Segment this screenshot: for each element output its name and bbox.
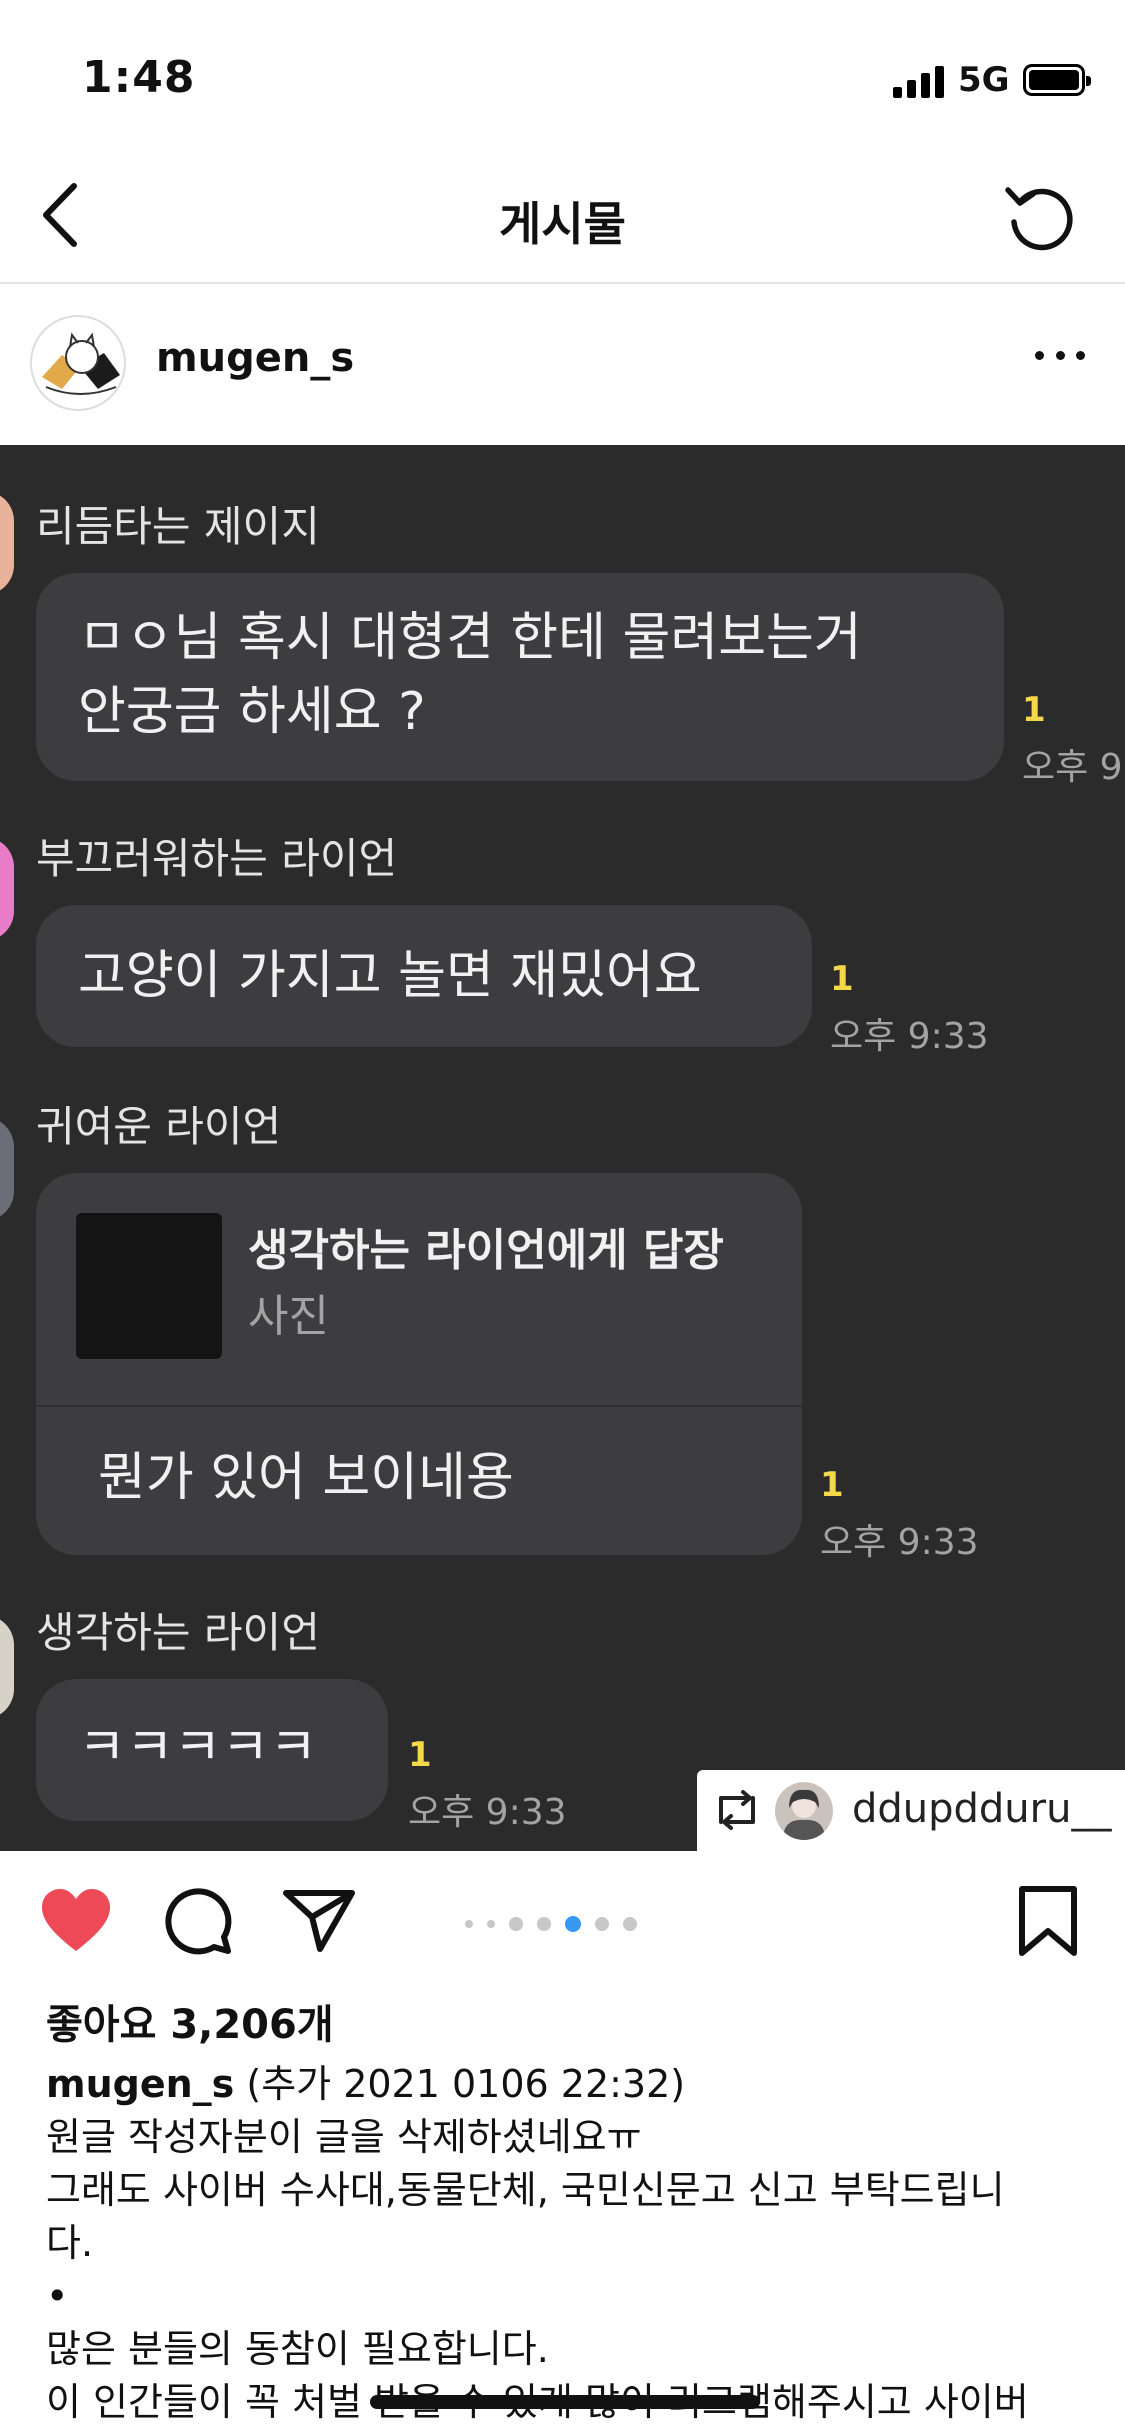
reply-photo-thumbnail <box>76 1213 222 1359</box>
message-text: 뭔가 있어 보이네용 <box>98 1448 514 1508</box>
sender-name: 부끄러워하는 라이언 <box>36 834 398 883</box>
sender-avatar <box>0 491 14 595</box>
message-time: 오후 9 <box>1022 747 1123 788</box>
heart-icon <box>42 1889 110 1951</box>
sender-avatar <box>0 837 14 941</box>
repost-icon <box>719 1790 755 1830</box>
message-bubble: 고양이 가지고 놀면 재밌어요 <box>36 905 812 1047</box>
carousel-dot-active <box>565 1916 581 1932</box>
unread-count: 1 <box>820 1465 844 1505</box>
save-button[interactable] <box>1008 1881 1088 1961</box>
caption-line: 많은 분들의 동참이 필요합니다. <box>46 2327 549 2371</box>
post-image[interactable]: 리듬타는 제이지 ㅁㅇ님 혹시 대형견 한테 물려보는거 안궁금 하세요 ? 1… <box>0 445 1125 1851</box>
bookmark-icon <box>1019 1886 1077 1956</box>
message-time: 오후 9:33 <box>830 1016 989 1057</box>
paper-plane-icon <box>283 1890 355 1952</box>
refresh-button[interactable] <box>1000 176 1080 256</box>
caption-text: (추가 2021 0106 22:32) <box>234 2062 686 2106</box>
status-time: 1:48 <box>82 52 196 103</box>
sender-name: 리듬타는 제이지 <box>36 502 320 551</box>
reply-type: 사진 <box>248 1291 329 1342</box>
sender-avatar <box>0 1117 14 1221</box>
cat-avatar-icon <box>42 332 120 395</box>
caption-author[interactable]: mugen_s <box>46 2062 234 2106</box>
repost-credit[interactable]: ddupdduru__ <box>697 1770 1125 1851</box>
message-text: 고양이 가지고 놀면 재밌어요 <box>78 946 702 1006</box>
battery-icon <box>1023 64 1091 96</box>
carousel-dot <box>595 1917 609 1931</box>
sender-name: 귀여운 라이언 <box>36 1102 282 1151</box>
carousel-dot <box>509 1917 523 1931</box>
page-title: 게시물 <box>499 197 626 251</box>
refresh-icon <box>1005 187 1073 251</box>
unread-count: 1 <box>830 959 854 999</box>
likes-count[interactable]: 좋아요 3,206개 <box>46 1992 334 2050</box>
message-time: 오후 9:33 <box>408 1792 567 1833</box>
signal-icon <box>893 64 945 98</box>
message-text: 안궁금 하세요 ? <box>78 682 426 742</box>
message-time: 오후 9:33 <box>820 1522 979 1563</box>
comment-icon <box>165 1888 232 1955</box>
sender-avatar <box>0 1615 14 1719</box>
caption-line: mugen_s (추가 2021 0106 22:32) <box>46 2058 1086 2111</box>
repost-avatar <box>775 1782 833 1840</box>
unread-count: 1 <box>1022 690 1046 730</box>
caption-line: 다. <box>46 2221 94 2265</box>
post-username[interactable]: mugen_s <box>156 335 354 381</box>
post-header: mugen_s <box>0 285 1125 445</box>
more-options-button[interactable] <box>1035 345 1085 365</box>
reply-target: 생각하는 라이언에게 답장 <box>248 1225 724 1276</box>
carousel-dot <box>623 1917 637 1931</box>
reply-divider <box>36 1405 802 1407</box>
message-bubble: ㅁㅇ님 혹시 대형견 한테 물려보는거 안궁금 하세요 ? <box>36 573 1004 781</box>
message-text: ㅋㅋㅋㅋㅋ <box>78 1718 318 1778</box>
carousel-dot <box>537 1917 551 1931</box>
nav-bar: 게시물 <box>0 150 1125 284</box>
message-bubble: ㅋㅋㅋㅋㅋ <box>36 1679 388 1821</box>
carousel-indicator <box>465 1916 637 1932</box>
status-bar: 1:48 5G <box>0 0 1125 150</box>
carousel-dot <box>465 1920 473 1928</box>
caption-line: 그래도 사이버 수사대,동물단체, 국민신문고 신고 부탁드립니 <box>46 2168 1005 2212</box>
caption-line: 원글 작성자분이 글을 삭제하셨네요ㅠ <box>46 2115 642 2159</box>
action-bar <box>0 1851 1125 1981</box>
message-text: ㅁㅇ님 혹시 대형견 한테 물려보는거 <box>78 608 862 668</box>
share-button[interactable] <box>280 1881 360 1961</box>
post-caption: mugen_s (추가 2021 0106 22:32) 원글 작성자분이 글을… <box>46 2058 1086 2429</box>
reply-bubble: 생각하는 라이언에게 답장 사진 뭔가 있어 보이네용 <box>36 1173 802 1555</box>
repost-username: ddupdduru__ <box>852 1786 1112 1832</box>
comment-button[interactable] <box>158 1881 238 1961</box>
like-button[interactable] <box>36 1881 116 1961</box>
caption-line: • <box>46 2274 69 2318</box>
carousel-dot <box>487 1920 495 1928</box>
sender-name: 생각하는 라이언 <box>36 1608 320 1657</box>
network-label: 5G <box>958 60 1010 100</box>
avatar[interactable] <box>30 315 126 411</box>
unread-count: 1 <box>408 1735 432 1775</box>
redaction-mark <box>370 2395 760 2409</box>
